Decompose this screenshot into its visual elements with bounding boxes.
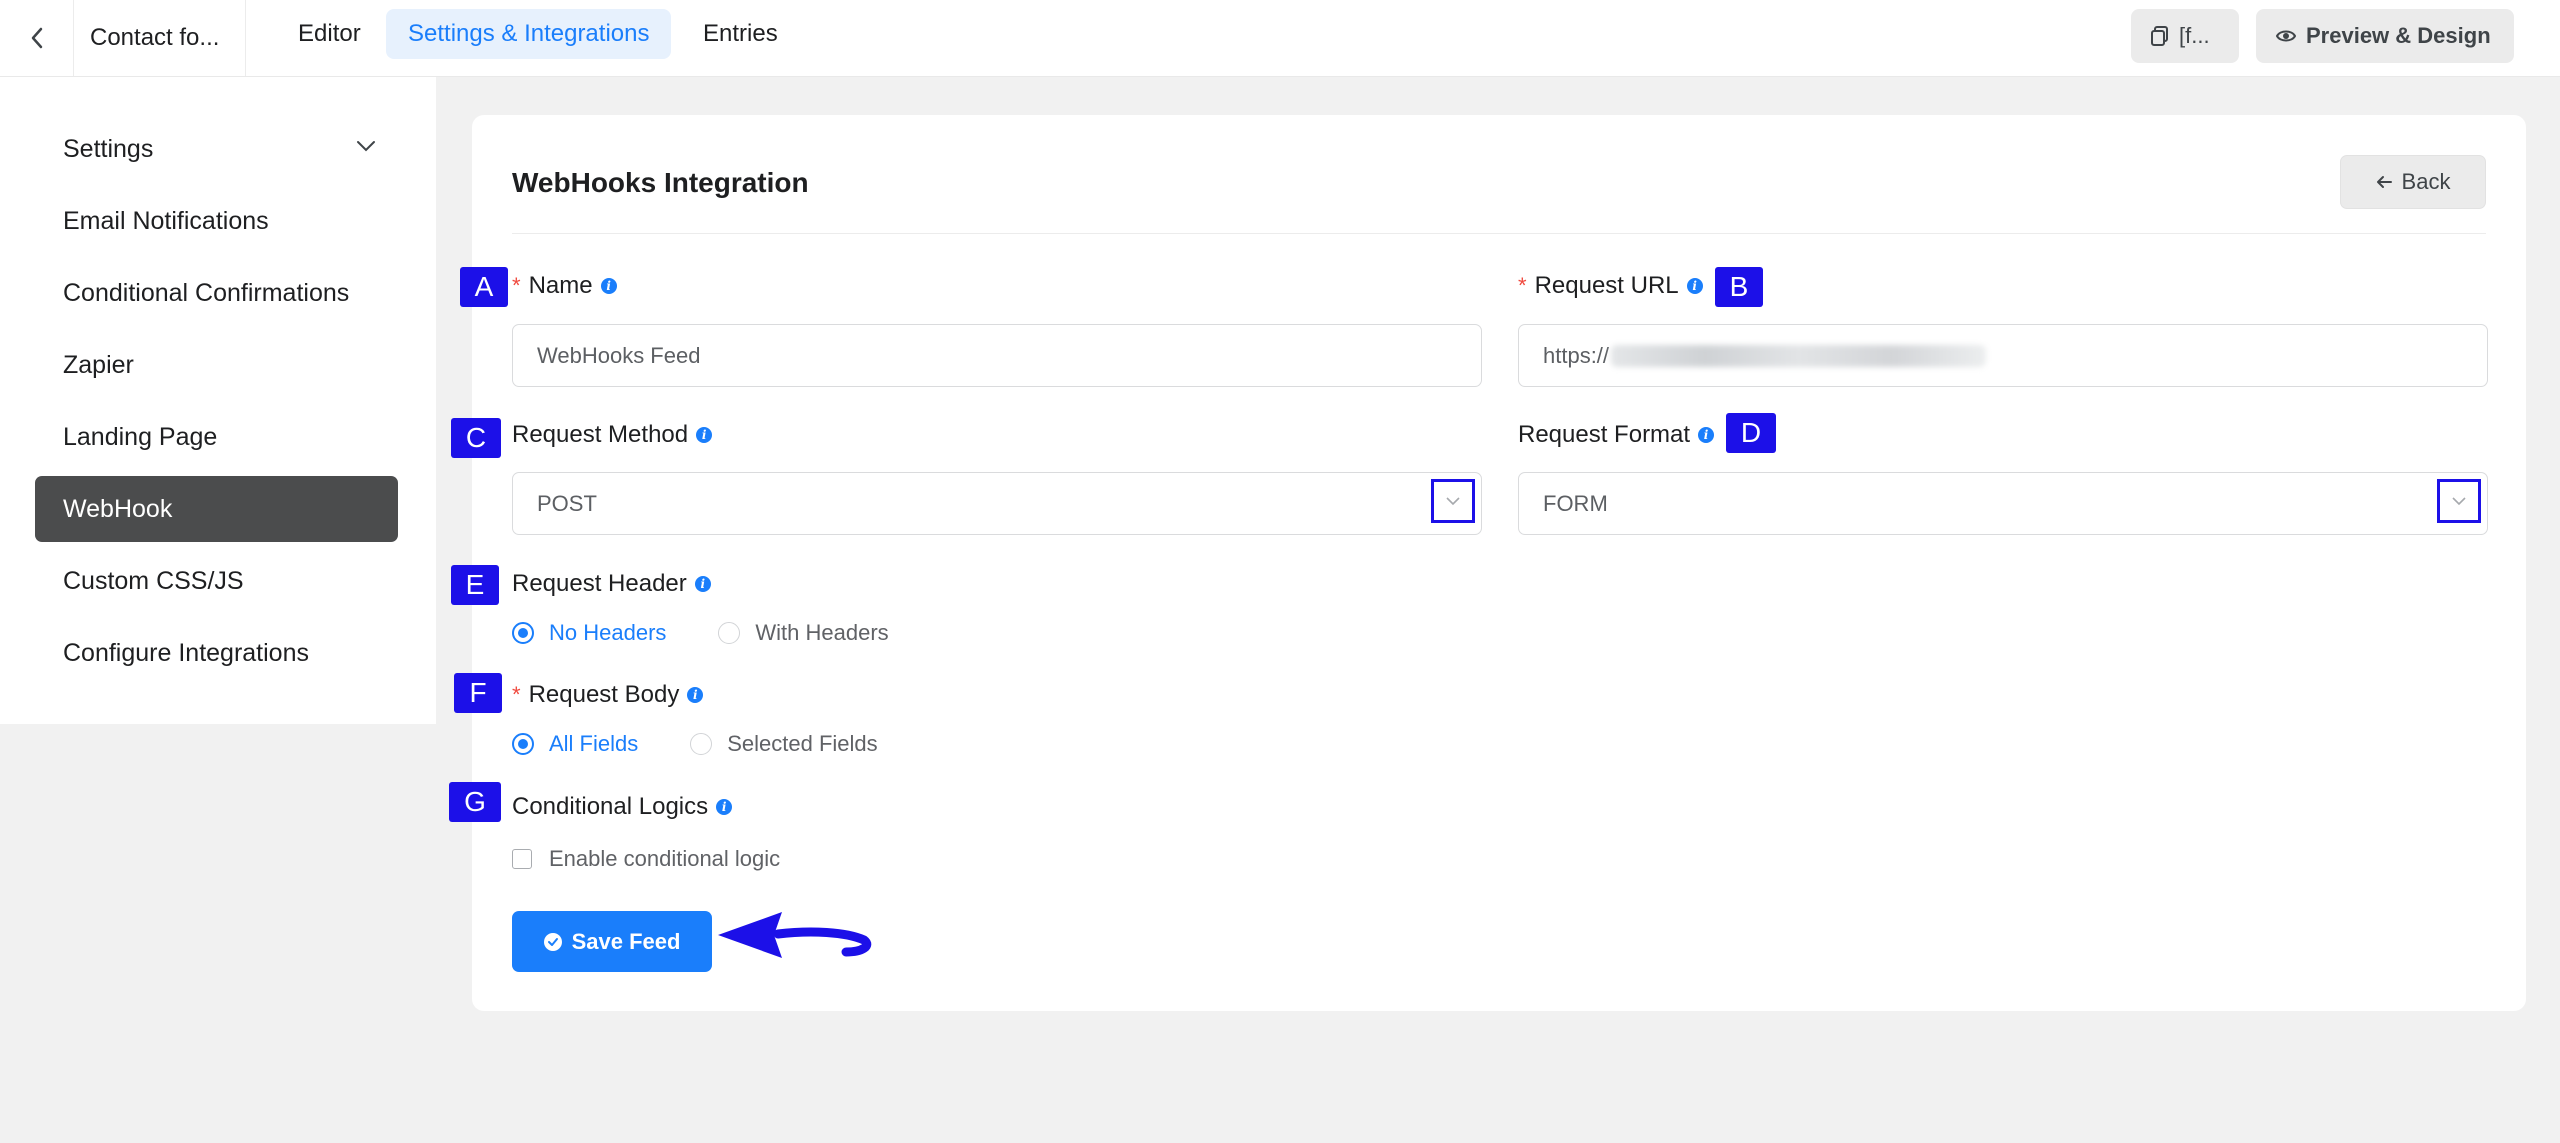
redacted-url-blur	[1611, 344, 1987, 367]
name-label-text: Name	[528, 272, 593, 299]
name-input[interactable]: WebHooks Feed	[512, 324, 1482, 387]
info-icon[interactable]: i	[1698, 427, 1715, 443]
form-title[interactable]: Contact fo...	[74, 0, 246, 76]
info-icon[interactable]: i	[696, 427, 713, 443]
info-icon[interactable]: i	[687, 687, 704, 703]
info-icon[interactable]: i	[694, 576, 711, 592]
request-format-value: FORM	[1543, 490, 1608, 516]
required-mark: *	[512, 273, 521, 298]
conditional-logics-label-text: Conditional Logics	[512, 793, 709, 820]
radio-no-headers-label[interactable]: No Headers	[549, 620, 666, 646]
chevron-down-icon	[357, 141, 375, 152]
request-body-label-text: Request Body	[528, 681, 680, 708]
request-method-value: POST	[537, 490, 597, 516]
required-mark: *	[512, 682, 521, 707]
shortcode-label: [f...	[2179, 23, 2210, 48]
enable-conditional-logic-label[interactable]: Enable conditional logic	[549, 846, 780, 872]
request-format-label-text: Request Format	[1518, 421, 1691, 448]
request-header-label-text: Request Header	[512, 570, 687, 597]
conditional-logics-label: Conditional Logics i	[512, 793, 733, 821]
request-format-label: Request Format i	[1518, 421, 1715, 449]
request-method-label-text: Request Method	[512, 421, 689, 448]
radio-no-headers[interactable]	[512, 622, 534, 644]
webhooks-integration-card: WebHooks Integration Back * Name i WebHo…	[472, 115, 2526, 1011]
annotation-badge-b: B	[1715, 267, 1763, 307]
annotation-badge-d: D	[1726, 413, 1776, 453]
chevron-down-icon	[2452, 497, 2466, 506]
enable-conditional-logic-checkbox[interactable]	[512, 849, 532, 869]
shortcode-button[interactable]: [f...	[2131, 9, 2239, 63]
annotation-badge-a: A	[460, 267, 508, 307]
divider	[512, 233, 2486, 234]
radio-selected-fields[interactable]	[690, 733, 713, 755]
tab-editor[interactable]: Editor	[276, 9, 383, 59]
request-body-label: * Request Body i	[512, 681, 704, 709]
annotation-badge-e: E	[451, 565, 499, 605]
settings-sidebar: Settings Email Notifications Conditional…	[0, 77, 436, 724]
radio-with-headers[interactable]	[718, 622, 741, 644]
info-icon[interactable]: i	[716, 799, 733, 815]
check-circle-icon	[543, 932, 562, 951]
save-feed-button[interactable]: Save Feed	[512, 911, 712, 972]
radio-with-headers-label[interactable]: With Headers	[755, 620, 888, 646]
request-header-radio-group: No Headers With Headers	[512, 620, 889, 646]
back-button[interactable]: Back	[2340, 155, 2486, 209]
radio-all-fields-label[interactable]: All Fields	[549, 731, 638, 757]
request-format-select[interactable]: FORM	[1518, 472, 2488, 535]
select-arrow[interactable]	[2437, 479, 2481, 523]
sidebar-item-custom-css-js[interactable]: Custom CSS/JS	[35, 548, 398, 614]
preview-design-button[interactable]: Preview & Design	[2256, 9, 2514, 63]
sidebar-item-webhook[interactable]: WebHook	[35, 476, 398, 542]
copy-icon	[2151, 26, 2168, 46]
request-url-value: https://	[1543, 342, 1610, 368]
back-label: Back	[2401, 169, 2451, 194]
save-feed-label: Save Feed	[571, 928, 681, 954]
request-url-input[interactable]: https://	[1518, 324, 2488, 387]
radio-all-fields[interactable]	[512, 733, 534, 755]
sidebar-item-label: Settings	[63, 134, 154, 163]
annotation-arrow	[718, 912, 872, 958]
sidebar-item-zapier[interactable]: Zapier	[35, 332, 398, 398]
conditional-logic-checkbox-row: Enable conditional logic	[512, 846, 780, 872]
chevron-left-icon	[31, 27, 42, 49]
request-header-label: Request Header i	[512, 570, 711, 598]
name-input-value: WebHooks Feed	[537, 342, 701, 368]
preview-design-label: Preview & Design	[2306, 23, 2491, 48]
info-icon[interactable]: i	[1686, 278, 1703, 294]
chevron-down-icon	[1446, 497, 1460, 506]
eye-icon	[2276, 30, 2296, 42]
sidebar-item-configure-integrations[interactable]: Configure Integrations	[35, 620, 398, 686]
required-mark: *	[1518, 273, 1527, 298]
annotation-badge-f: F	[454, 673, 502, 713]
tab-settings-integrations[interactable]: Settings & Integrations	[386, 9, 672, 59]
arrow-left-icon	[2376, 176, 2392, 188]
annotation-badge-c: C	[451, 418, 501, 458]
request-method-select[interactable]: POST	[512, 472, 1482, 535]
sidebar-item-email-notifications[interactable]: Email Notifications	[35, 188, 398, 254]
page-title: WebHooks Integration	[512, 167, 809, 198]
radio-selected-fields-label[interactable]: Selected Fields	[727, 731, 877, 757]
select-arrow[interactable]	[1431, 479, 1475, 523]
name-label: * Name i	[512, 272, 617, 300]
request-url-label: * Request URL i	[1518, 272, 1703, 300]
sidebar-item-conditional-confirmations[interactable]: Conditional Confirmations	[35, 260, 398, 326]
sidebar-item-landing-page[interactable]: Landing Page	[35, 404, 398, 470]
annotation-badge-g: G	[449, 782, 501, 822]
tab-entries[interactable]: Entries	[681, 9, 800, 59]
info-icon[interactable]: i	[600, 278, 617, 294]
back-nav-button[interactable]	[0, 0, 74, 76]
request-body-radio-group: All Fields Selected Fields	[512, 731, 878, 757]
sidebar-item-settings[interactable]: Settings	[35, 116, 398, 182]
request-method-label: Request Method i	[512, 421, 713, 449]
top-bar: Contact fo... Editor Settings & Integrat…	[0, 0, 2560, 77]
request-url-label-text: Request URL	[1534, 272, 1679, 299]
